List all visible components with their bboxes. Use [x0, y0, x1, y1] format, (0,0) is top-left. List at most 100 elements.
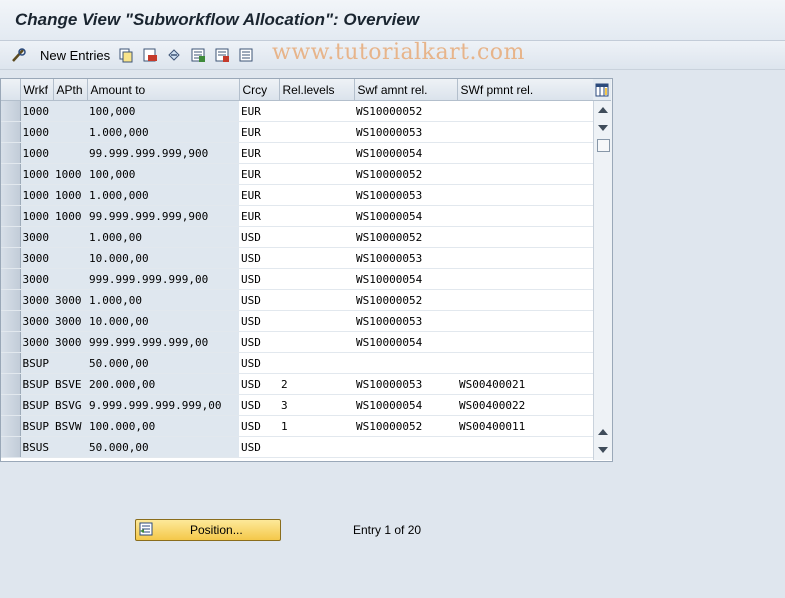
- table-settings-button[interactable]: [593, 79, 611, 101]
- row-selector[interactable]: [1, 226, 21, 248]
- cell-swf-pmnt-rel[interactable]: WS00400022: [457, 394, 593, 416]
- select-all-rows-cell[interactable]: [1, 79, 21, 101]
- cell-swf-pmnt-rel[interactable]: WS00400021: [457, 373, 593, 395]
- select-all-button[interactable]: [190, 45, 206, 65]
- cell-rel-levels[interactable]: 2: [279, 373, 354, 395]
- cell-swf-amnt-rel[interactable]: WS10000053: [354, 310, 457, 332]
- cell-swf-pmnt-rel[interactable]: [457, 184, 593, 206]
- row-selector[interactable]: [1, 121, 21, 143]
- cell-rel-levels[interactable]: [279, 121, 354, 143]
- cell-swf-amnt-rel[interactable]: WS10000054: [354, 331, 457, 353]
- cell-swf-amnt-rel[interactable]: WS10000054: [354, 142, 457, 164]
- cell-swf-amnt-rel[interactable]: WS10000054: [354, 394, 457, 416]
- cell-crcy: USD: [239, 352, 279, 374]
- display-change-button[interactable]: [10, 45, 28, 65]
- cell-swf-pmnt-rel[interactable]: [457, 331, 593, 353]
- cell-rel-levels[interactable]: 1: [279, 415, 354, 437]
- cell-swf-amnt-rel[interactable]: WS10000053: [354, 121, 457, 143]
- cell-rel-levels[interactable]: [279, 331, 354, 353]
- cell-crcy: USD: [239, 268, 279, 290]
- cell-amount-to: 50.000,00: [87, 352, 239, 374]
- cell-rel-levels[interactable]: [279, 247, 354, 269]
- cell-rel-levels[interactable]: 3: [279, 394, 354, 416]
- column-header-rel-levels[interactable]: Rel.levels: [279, 79, 355, 101]
- cell-swf-pmnt-rel[interactable]: [457, 100, 593, 122]
- scroll-up-icon[interactable]: [598, 107, 608, 113]
- cell-amount-to: 99.999.999.999,900: [87, 142, 239, 164]
- row-selector[interactable]: [1, 394, 21, 416]
- position-button[interactable]: Position...: [135, 519, 281, 541]
- cell-wrkf: 1000: [20, 142, 53, 164]
- cell-swf-pmnt-rel[interactable]: [457, 289, 593, 311]
- cell-apth: BSVG: [53, 394, 87, 416]
- row-selector[interactable]: [1, 331, 21, 353]
- deselect-all-button[interactable]: [238, 45, 254, 65]
- cell-swf-amnt-rel[interactable]: WS10000052: [354, 163, 457, 185]
- cell-swf-pmnt-rel[interactable]: [457, 163, 593, 185]
- cell-swf-pmnt-rel[interactable]: [457, 226, 593, 248]
- cell-rel-levels[interactable]: [279, 289, 354, 311]
- cell-rel-levels[interactable]: [279, 163, 354, 185]
- row-selector[interactable]: [1, 100, 21, 122]
- cell-swf-amnt-rel[interactable]: WS10000054: [354, 268, 457, 290]
- row-selector[interactable]: [1, 310, 21, 332]
- cell-rel-levels[interactable]: [279, 142, 354, 164]
- column-header-amount-to[interactable]: Amount to: [87, 79, 240, 101]
- cell-swf-pmnt-rel[interactable]: [457, 310, 593, 332]
- scroll-page-up-icon[interactable]: [598, 429, 608, 435]
- row-selector[interactable]: [1, 142, 21, 164]
- row-selector[interactable]: [1, 268, 21, 290]
- cell-wrkf: 3000: [20, 289, 53, 311]
- cell-swf-amnt-rel[interactable]: WS10000053: [354, 247, 457, 269]
- cell-swf-amnt-rel[interactable]: WS10000052: [354, 289, 457, 311]
- cell-swf-amnt-rel[interactable]: WS10000054: [354, 205, 457, 227]
- row-selector[interactable]: [1, 415, 21, 437]
- table-header-row: Wrkf APth Amount to Crcy Rel.levels Swf …: [1, 79, 594, 101]
- cell-swf-pmnt-rel[interactable]: [457, 205, 593, 227]
- cell-swf-amnt-rel[interactable]: WS10000052: [354, 226, 457, 248]
- row-selector[interactable]: [1, 247, 21, 269]
- cell-rel-levels[interactable]: [279, 436, 354, 458]
- delete-button[interactable]: [142, 45, 158, 65]
- column-header-swf-pmnt-rel[interactable]: SWf pmnt rel.: [457, 79, 594, 101]
- row-selector[interactable]: [1, 205, 21, 227]
- cell-swf-amnt-rel[interactable]: [354, 352, 457, 374]
- cell-swf-pmnt-rel[interactable]: [457, 352, 593, 374]
- cell-swf-pmnt-rel[interactable]: [457, 436, 593, 458]
- cell-rel-levels[interactable]: [279, 226, 354, 248]
- select-block-button[interactable]: [214, 45, 230, 65]
- scroll-page-down-icon[interactable]: [598, 447, 608, 453]
- scroll-thumb[interactable]: [597, 139, 610, 152]
- new-entries-button[interactable]: New Entries: [36, 45, 110, 65]
- vertical-scrollbar[interactable]: [593, 79, 612, 460]
- cell-swf-amnt-rel[interactable]: [354, 436, 457, 458]
- row-selector[interactable]: [1, 163, 21, 185]
- cell-swf-amnt-rel[interactable]: WS10000053: [354, 373, 457, 395]
- cell-swf-pmnt-rel[interactable]: [457, 268, 593, 290]
- scroll-down-icon[interactable]: [598, 125, 608, 131]
- cell-rel-levels[interactable]: [279, 100, 354, 122]
- copy-as-button[interactable]: [118, 45, 134, 65]
- row-selector[interactable]: [1, 373, 21, 395]
- cell-rel-levels[interactable]: [279, 310, 354, 332]
- column-header-apth[interactable]: APth: [53, 79, 88, 101]
- cell-swf-amnt-rel[interactable]: WS10000052: [354, 100, 457, 122]
- cell-swf-pmnt-rel[interactable]: [457, 121, 593, 143]
- column-header-wrkf[interactable]: Wrkf: [20, 79, 54, 101]
- row-selector[interactable]: [1, 289, 21, 311]
- row-selector[interactable]: [1, 352, 21, 374]
- row-selector[interactable]: [1, 184, 21, 206]
- undo-change-button[interactable]: [166, 45, 182, 65]
- cell-rel-levels[interactable]: [279, 352, 354, 374]
- row-selector[interactable]: [1, 436, 21, 458]
- column-header-swf-amnt-rel[interactable]: Swf amnt rel.: [354, 79, 458, 101]
- cell-rel-levels[interactable]: [279, 184, 354, 206]
- cell-swf-pmnt-rel[interactable]: [457, 142, 593, 164]
- cell-swf-pmnt-rel[interactable]: WS00400011: [457, 415, 593, 437]
- cell-swf-pmnt-rel[interactable]: [457, 247, 593, 269]
- cell-swf-amnt-rel[interactable]: WS10000053: [354, 184, 457, 206]
- cell-swf-amnt-rel[interactable]: WS10000052: [354, 415, 457, 437]
- cell-rel-levels[interactable]: [279, 268, 354, 290]
- column-header-crcy[interactable]: Crcy: [239, 79, 280, 101]
- cell-rel-levels[interactable]: [279, 205, 354, 227]
